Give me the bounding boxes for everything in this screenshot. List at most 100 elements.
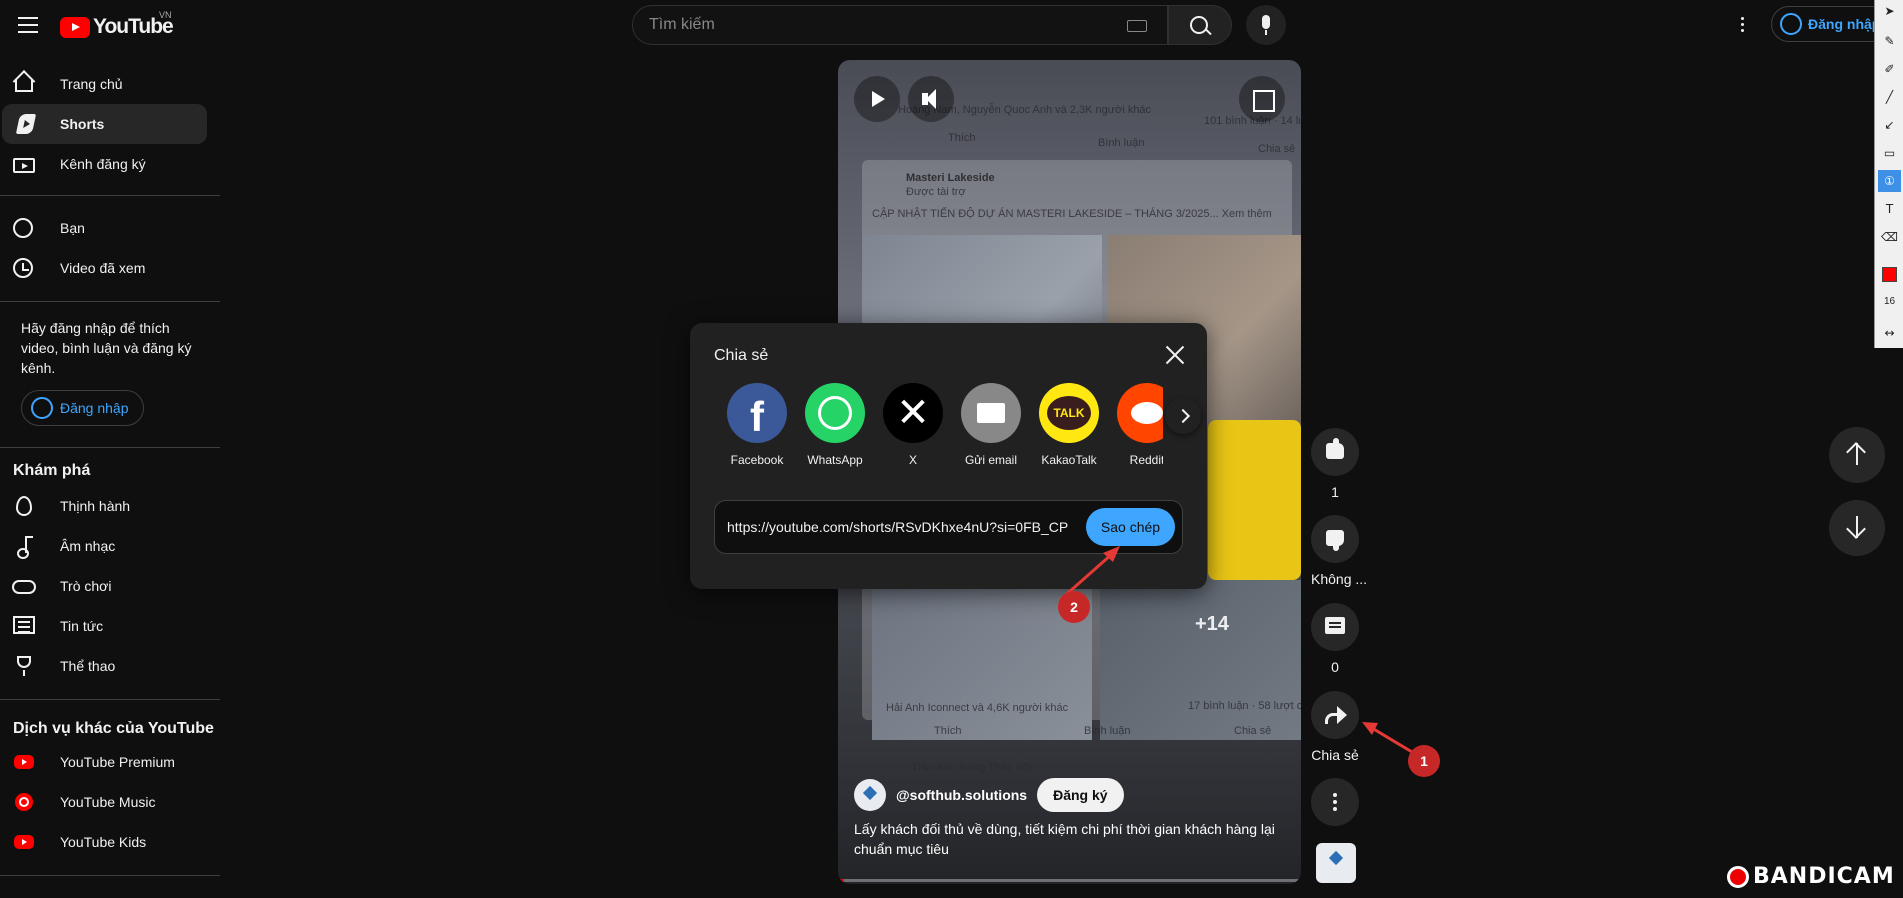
sidebar-item-history[interactable]: Video đã xem xyxy=(0,248,205,288)
youtube-logo[interactable]: YouTube VN xyxy=(60,10,174,40)
share-target-x[interactable]: ✕ X xyxy=(874,383,952,467)
trending-icon xyxy=(16,496,32,516)
annotation-badge-1: 1 xyxy=(1408,745,1440,777)
sidebar-item-youtube-kids[interactable]: YouTube Kids xyxy=(0,822,205,862)
video-screen-text: Masteri Lakeside xyxy=(906,172,995,184)
sidebar-item-music[interactable]: Âm nhạc xyxy=(0,526,205,566)
youtube-premium-icon xyxy=(14,755,34,769)
video-screen-text: Thích xyxy=(934,725,962,737)
fullscreen-button[interactable] xyxy=(1239,76,1285,122)
account-icon xyxy=(1780,13,1802,35)
divider xyxy=(0,875,220,876)
highlighter-icon[interactable]: ✐ xyxy=(1878,58,1901,80)
video-screen-text: Được tài trợ xyxy=(906,186,966,198)
sidebar-item-shorts[interactable]: Shorts xyxy=(2,104,207,144)
keyboard-icon[interactable] xyxy=(1127,20,1147,32)
video-screen-text: Theo dõi xyxy=(988,762,1031,774)
subscriptions-icon xyxy=(13,158,35,173)
share-target-facebook[interactable]: f Facebook xyxy=(718,383,796,467)
arrow-tool-icon[interactable]: ↙ xyxy=(1878,114,1901,136)
progress-bar[interactable] xyxy=(838,879,1301,882)
play-button[interactable] xyxy=(854,76,900,122)
sidebar-item-news[interactable]: Tin tức xyxy=(0,606,205,646)
like-button[interactable] xyxy=(1311,428,1359,476)
sidebar-item-label: Âm nhạc xyxy=(60,538,116,554)
share-target-label: X xyxy=(908,453,917,467)
news-icon xyxy=(13,616,35,634)
share-target-kakaotalk[interactable]: TALK KakaoTalk xyxy=(1030,383,1108,467)
sidebar-item-gaming[interactable]: Trò chơi xyxy=(0,566,205,606)
chevron-right-icon[interactable] xyxy=(1165,398,1201,434)
pen-icon[interactable]: ✎ xyxy=(1878,30,1901,52)
like-count: 1 xyxy=(1331,484,1339,500)
settings-more-icon[interactable] xyxy=(1730,12,1754,36)
history-icon xyxy=(13,258,33,278)
sidebar-item-you[interactable]: Bạn xyxy=(0,208,205,248)
video-screen-text: Bình luận xyxy=(1098,137,1145,149)
menu-icon[interactable] xyxy=(12,12,44,44)
search-box xyxy=(632,5,1168,45)
share-url-field[interactable] xyxy=(727,513,1077,541)
sidebar-item-trending[interactable]: Thịnh hành xyxy=(0,486,205,526)
dislike-label: Không ... xyxy=(1311,571,1368,587)
video-screen-text: Chia sẻ xyxy=(1258,143,1296,155)
channel-avatar[interactable] xyxy=(854,779,886,811)
search-button[interactable] xyxy=(1168,5,1232,45)
share-action: Chia sẻ xyxy=(1311,691,1359,763)
sidebar-item-youtube-music[interactable]: YouTube Music xyxy=(0,782,205,822)
share-target-whatsapp[interactable]: WhatsApp xyxy=(796,383,874,467)
share-target-email[interactable]: Gửi email xyxy=(952,383,1030,467)
sidebar-item-label: Bạn xyxy=(60,220,85,236)
video-caption[interactable]: Lấy khách đối thủ về dùng, tiết kiệm chi… xyxy=(854,819,1284,859)
sidebar-item-label: YouTube Kids xyxy=(60,834,147,850)
share-button[interactable] xyxy=(1311,691,1359,739)
expand-icon[interactable]: ↔ xyxy=(1878,322,1901,344)
text-tool-icon[interactable]: T xyxy=(1878,198,1901,220)
color-swatch[interactable] xyxy=(1882,267,1897,282)
record-icon xyxy=(1727,865,1749,888)
previous-video-button[interactable] xyxy=(1829,427,1885,483)
video-photo xyxy=(1100,580,1301,740)
comment-button[interactable] xyxy=(1311,603,1359,651)
progress-fill xyxy=(838,879,844,882)
close-icon[interactable] xyxy=(1163,343,1187,367)
share-target-label: Gửi email xyxy=(964,453,1018,467)
sidebar-item-label: Trang chủ xyxy=(60,76,123,92)
user-icon xyxy=(13,218,33,238)
next-video-button[interactable] xyxy=(1829,500,1885,556)
cursor-icon[interactable]: ➤ xyxy=(1878,0,1901,22)
dislike-button[interactable] xyxy=(1311,515,1359,563)
reddit-icon xyxy=(1117,383,1163,443)
subscribe-button[interactable]: Đăng ký xyxy=(1037,778,1124,812)
eraser-icon[interactable]: ⌫ xyxy=(1878,226,1901,248)
more-options-icon[interactable] xyxy=(1311,778,1359,826)
signin-label: Đăng nhập xyxy=(1808,16,1881,32)
volume-button[interactable] xyxy=(908,76,954,122)
sidebar-item-youtube-premium[interactable]: YouTube Premium xyxy=(0,742,205,782)
comment-action: 0 xyxy=(1311,603,1359,675)
line-icon[interactable]: ╱ xyxy=(1878,86,1901,108)
sidebar-item-sports[interactable]: Thể thao xyxy=(0,646,205,686)
share-target-reddit[interactable]: Reddit xyxy=(1108,383,1163,467)
sidebar-item-subscriptions[interactable]: Kênh đăng ký xyxy=(0,144,205,184)
top-bar: YouTube VN Đăng nhập xyxy=(0,0,1903,56)
video-screen-text: Hải Anh Iconnect và 4,6K người khác xyxy=(886,702,1069,714)
rectangle-icon[interactable]: ▭ xyxy=(1878,142,1901,164)
sidebar-signin-button[interactable]: Đăng nhập xyxy=(21,390,144,426)
numbering-icon[interactable]: ① xyxy=(1878,170,1901,192)
sound-thumbnail[interactable] xyxy=(1316,843,1356,883)
video-screen-text: Trần Kim Đông xyxy=(912,762,986,774)
pen-size[interactable]: 16 xyxy=(1878,292,1901,312)
channel-name[interactable]: @softhub.solutions xyxy=(896,787,1027,803)
email-icon xyxy=(961,383,1021,443)
microphone-icon[interactable] xyxy=(1246,5,1286,45)
search-input[interactable] xyxy=(633,6,1103,44)
annotation-arrowhead-1 xyxy=(1362,722,1378,735)
bandicam-watermark: BANDICAM xyxy=(1727,864,1895,889)
sidebar-item-home[interactable]: Trang chủ xyxy=(0,64,205,104)
share-target-label: KakaoTalk xyxy=(1041,453,1097,467)
sidebar-item-label: Video đã xem xyxy=(60,260,146,276)
copy-button[interactable]: Sao chép xyxy=(1086,508,1175,546)
sidebar-item-label: YouTube Premium xyxy=(60,754,175,770)
sports-icon xyxy=(17,656,31,676)
